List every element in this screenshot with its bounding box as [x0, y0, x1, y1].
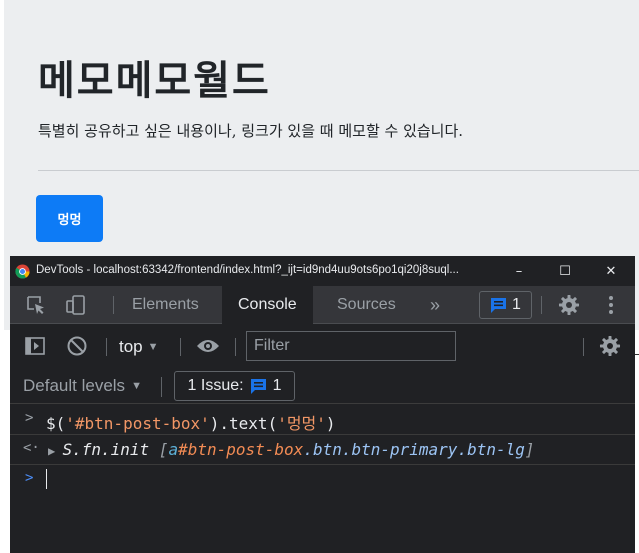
tab-console[interactable]: Console — [222, 286, 313, 324]
issues-label: 1 Issue: — [187, 377, 244, 394]
console-toolbar: top ▼ — [10, 325, 635, 369]
issues-count: 1 — [512, 296, 521, 313]
tab-elements[interactable]: Elements — [116, 286, 215, 324]
separator — [583, 338, 584, 356]
devtools-tab-bar: Elements Console Sources » 1 — [10, 286, 635, 324]
dropdown-arrow-icon: ▼ — [131, 380, 142, 392]
return-arrow-icon: <· — [23, 440, 40, 456]
code-string: '멍멍' — [277, 414, 326, 433]
more-tabs-button[interactable]: » — [414, 286, 456, 324]
live-expression-eye-icon[interactable] — [194, 333, 222, 359]
chrome-logo-icon — [15, 264, 30, 279]
dropdown-arrow-icon: ▼ — [147, 341, 159, 353]
minimize-button[interactable]: – — [496, 256, 542, 286]
prompt-chevron-icon: > — [25, 470, 34, 486]
console-input-line: > $('#btn-post-box').text('멍멍') — [10, 406, 635, 435]
device-toolbar-icon[interactable] — [62, 286, 90, 324]
issues-counter-button[interactable]: 1 — [479, 291, 532, 319]
separator — [180, 338, 181, 356]
result-object: S.fn.init — [62, 440, 150, 459]
show-sidebar-icon[interactable] — [22, 333, 48, 359]
message-icon — [491, 297, 507, 313]
console-result-line[interactable]: <· ▶ S.fn.init [a#btn-post-box.btn.btn-p… — [10, 436, 635, 465]
separator — [161, 377, 162, 397]
settings-gear-icon[interactable] — [555, 286, 583, 324]
log-levels-select[interactable]: Default levels ▼ — [23, 375, 142, 397]
result-tag: a — [168, 440, 179, 459]
page-title: 메모메모월드 — [38, 57, 271, 104]
console-settings-gear-icon[interactable] — [597, 333, 623, 359]
log-levels-label: Default levels — [23, 376, 126, 395]
divider — [38, 170, 639, 171]
window-title: DevTools - localhost:63342/frontend/inde… — [36, 264, 459, 276]
chevron-right-icon: > — [25, 410, 34, 426]
tab-sources[interactable]: Sources — [321, 286, 412, 324]
close-button[interactable]: ✕ — [588, 256, 634, 286]
more-options-icon[interactable] — [599, 286, 623, 324]
message-icon — [250, 378, 266, 394]
code-token: $( — [46, 414, 66, 433]
separator — [113, 296, 114, 314]
levels-bar: Default levels ▼ 1 Issue: 1 — [10, 369, 635, 404]
context-select[interactable]: top ▼ — [119, 335, 159, 359]
code-token: [ — [158, 440, 169, 459]
code-token: ).text( — [209, 414, 278, 433]
code-token: ) — [325, 414, 336, 433]
console-command: $('#btn-post-box').text('멍멍') — [46, 410, 336, 434]
context-value: top — [119, 337, 143, 356]
code-token: ] — [524, 440, 535, 459]
expand-triangle-icon[interactable]: ▶ — [48, 444, 62, 458]
separator — [541, 296, 542, 314]
inspect-element-icon[interactable] — [22, 286, 50, 324]
clear-console-icon[interactable] — [64, 333, 90, 359]
console-prompt-line[interactable]: > — [10, 466, 635, 553]
post-box-button[interactable]: 멍멍 — [36, 195, 103, 242]
result-id: #btn-post-box — [178, 440, 304, 459]
page-lead: 특별히 공유하고 싶은 내용이나, 링크가 있을 때 메모할 수 있습니다. — [38, 122, 464, 140]
separator — [235, 338, 236, 356]
title-bar[interactable]: DevTools - localhost:63342/frontend/inde… — [10, 256, 635, 286]
result-classes: .btn.btn-primary.btn-lg — [303, 440, 525, 459]
devtools-window: DevTools - localhost:63342/frontend/inde… — [10, 256, 635, 553]
issues-button[interactable]: 1 Issue: 1 — [174, 371, 295, 401]
console-result[interactable]: ▶ S.fn.init [a#btn-post-box.btn.btn-prim… — [48, 440, 535, 459]
separator — [106, 338, 107, 356]
filter-input[interactable] — [246, 331, 456, 361]
code-string: '#btn-post-box' — [65, 414, 210, 433]
text-cursor — [46, 469, 47, 489]
issues-count: 1 — [272, 377, 282, 394]
divider — [635, 354, 639, 355]
console-output[interactable]: > $('#btn-post-box').text('멍멍') <· ▶ S.f… — [10, 406, 635, 553]
maximize-button[interactable]: ☐ — [542, 256, 588, 286]
